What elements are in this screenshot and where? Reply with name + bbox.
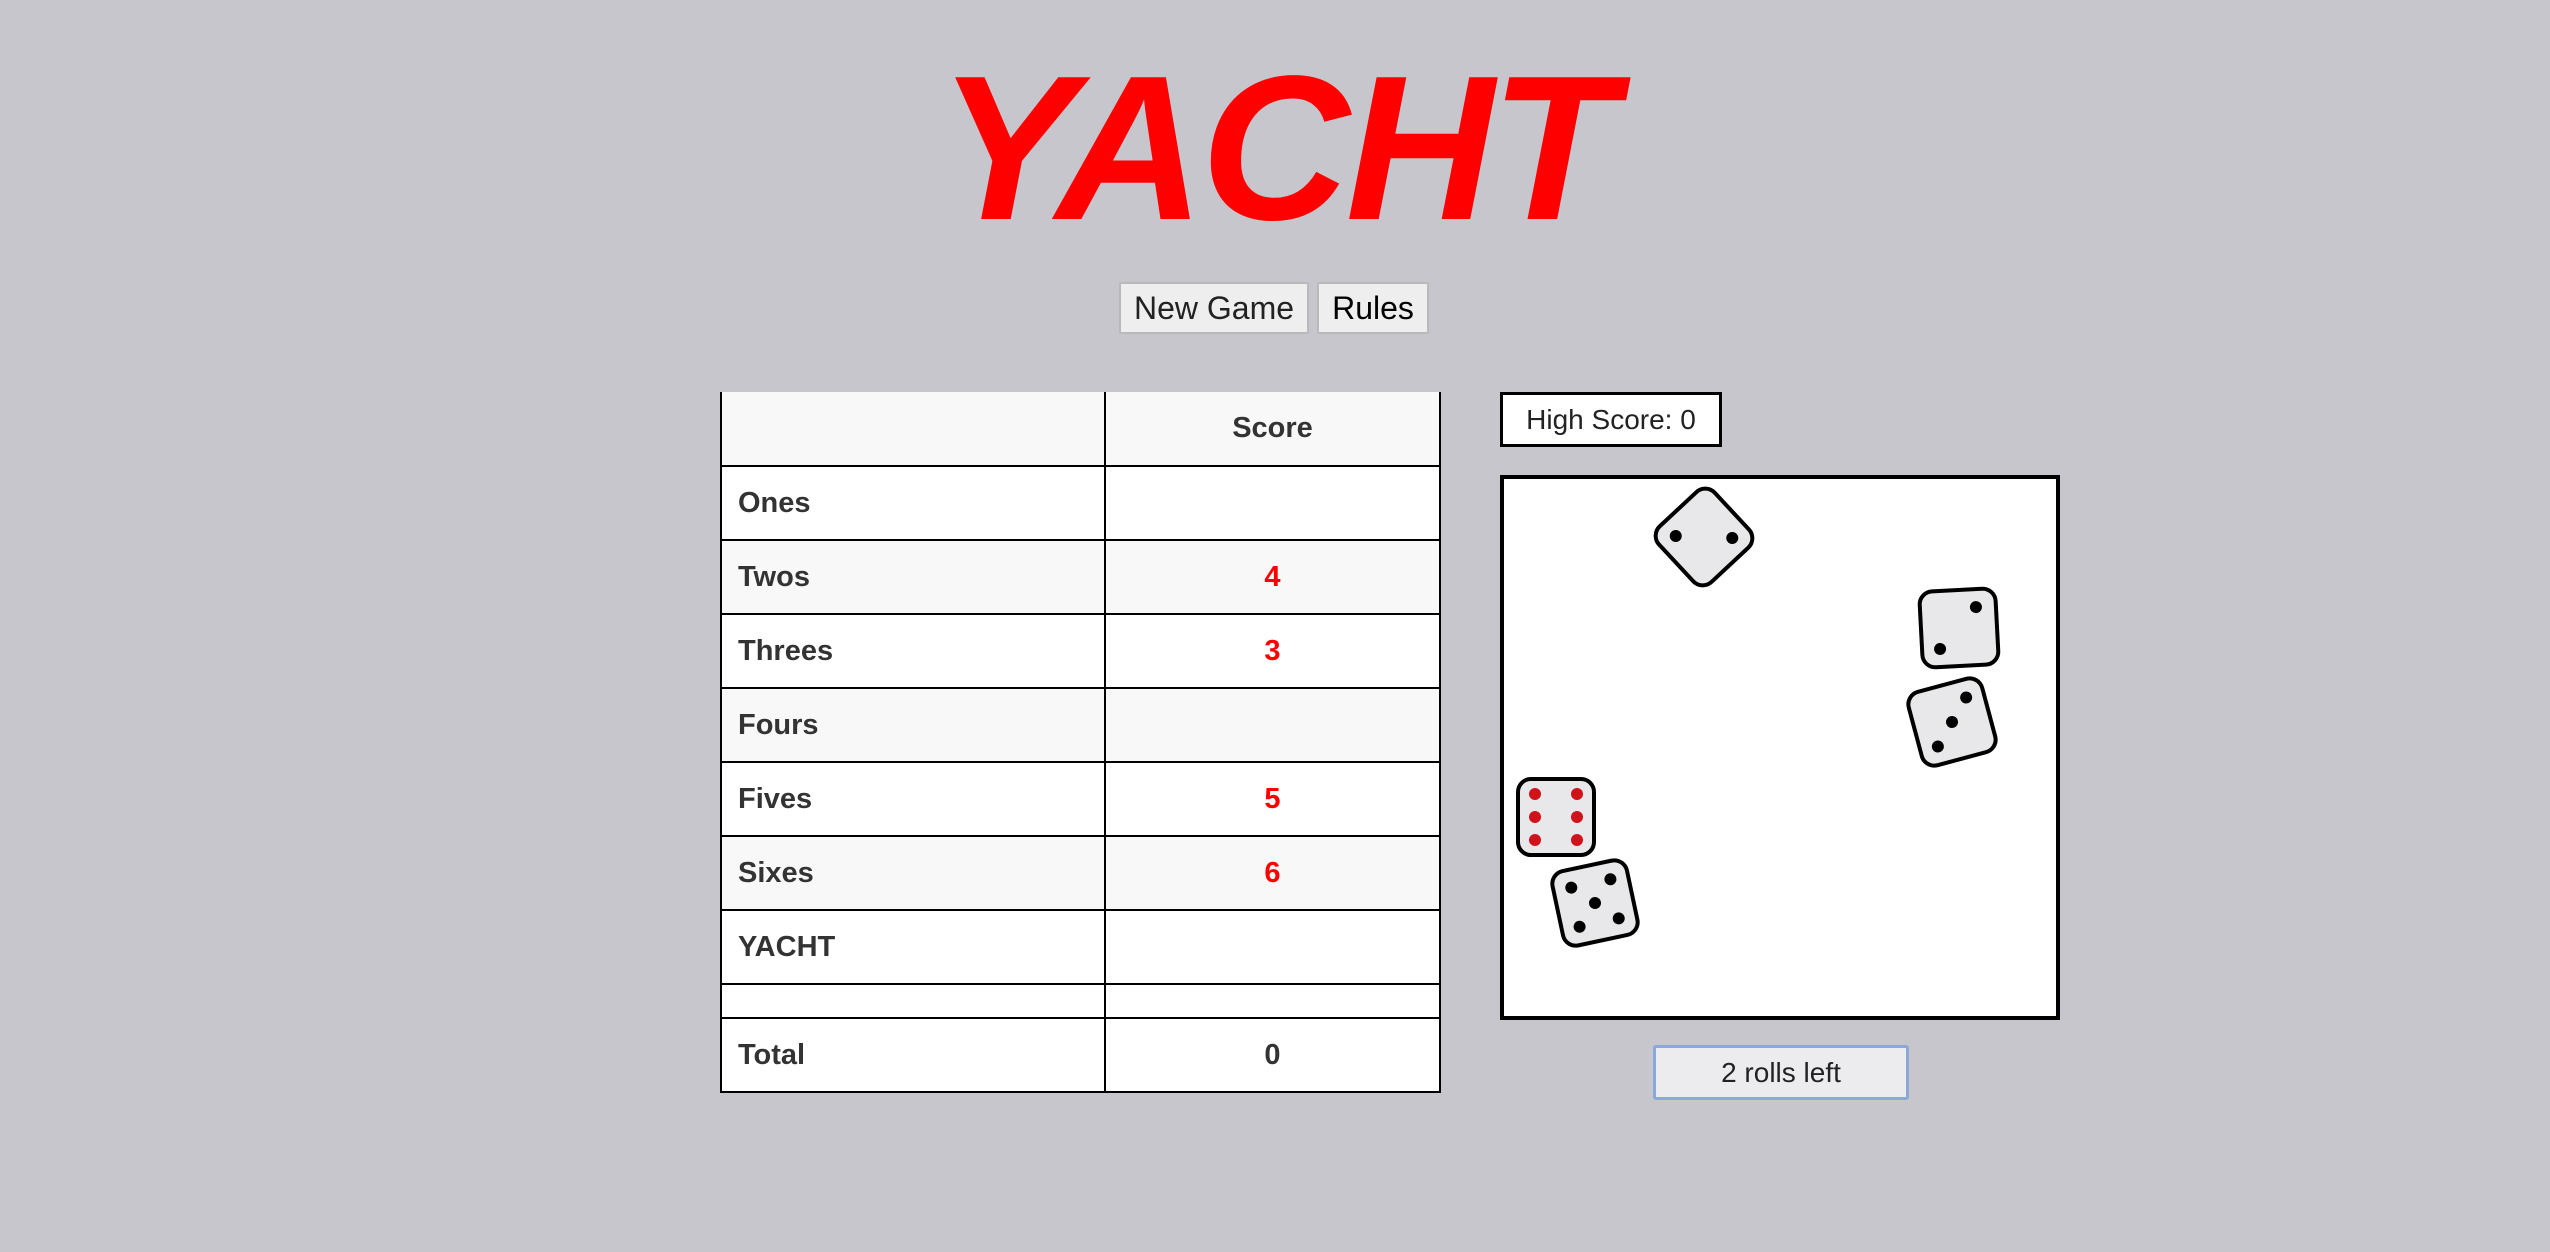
score-cell[interactable]: [1104, 465, 1441, 541]
roll-dice-button[interactable]: 2 rolls left: [1653, 1045, 1909, 1100]
die-pip: [1529, 788, 1541, 800]
score-row-fours[interactable]: Fours: [720, 687, 1441, 763]
score-row-ones[interactable]: Ones: [720, 465, 1441, 541]
die-3[interactable]: [1897, 667, 2007, 777]
score-cell[interactable]: 6: [1104, 835, 1441, 911]
new-game-button[interactable]: New Game: [1119, 282, 1309, 334]
die-1[interactable]: [1649, 482, 1759, 592]
score-cell[interactable]: [1104, 687, 1441, 763]
total-row: Total 0: [720, 1017, 1441, 1093]
scorecard-spacer-row: [720, 983, 1441, 1019]
spacer-cell: [720, 983, 1106, 1019]
die-pip: [1571, 788, 1583, 800]
spacer-cell: [1104, 983, 1441, 1019]
game-title: YACHT: [937, 33, 1616, 263]
score-row-sixes[interactable]: Sixes 6: [720, 835, 1441, 911]
category-label: Sixes: [720, 835, 1106, 911]
category-label: Ones: [720, 465, 1106, 541]
category-label: Fours: [720, 687, 1106, 763]
die-2[interactable]: [1909, 578, 2009, 678]
die-pip: [1529, 834, 1541, 846]
score-row-fives[interactable]: Fives 5: [720, 761, 1441, 837]
scorecard-header-row: Score: [720, 392, 1441, 467]
score-row-twos[interactable]: Twos 4: [720, 539, 1441, 615]
score-row-yacht[interactable]: YACHT: [720, 909, 1441, 985]
header-category-cell: [720, 392, 1106, 467]
dice-tray: [1500, 475, 2060, 1020]
score-cell[interactable]: 3: [1104, 613, 1441, 689]
score-cell[interactable]: 4: [1104, 539, 1441, 615]
die-5[interactable]: [1540, 848, 1650, 958]
category-label: Fives: [720, 761, 1106, 837]
category-label: YACHT: [720, 909, 1106, 985]
scorecard-table: Score Ones Twos 4 Threes 3 Fours Fives 5…: [720, 392, 1441, 1093]
die-pip: [1571, 834, 1583, 846]
score-cell[interactable]: 5: [1104, 761, 1441, 837]
high-score-display: High Score: 0: [1500, 392, 1722, 447]
rules-button[interactable]: Rules: [1317, 282, 1429, 334]
category-label: Twos: [720, 539, 1106, 615]
score-cell[interactable]: [1104, 909, 1441, 985]
total-label: Total: [720, 1017, 1106, 1093]
score-row-threes[interactable]: Threes 3: [720, 613, 1441, 689]
category-label: Threes: [720, 613, 1106, 689]
die-pip: [1571, 811, 1583, 823]
die-pip: [1529, 811, 1541, 823]
total-score: 0: [1104, 1017, 1441, 1093]
header-score-cell: Score: [1104, 392, 1441, 467]
